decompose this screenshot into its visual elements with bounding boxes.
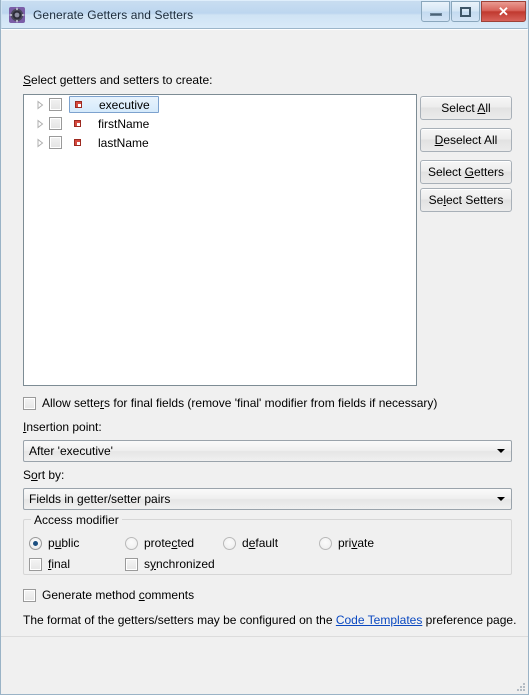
tree-item-selection[interactable]: executive [69, 96, 159, 113]
radio-private-control[interactable] [319, 536, 332, 550]
insertion-point-label: Insertion point: [23, 420, 102, 434]
footnote: The format of the getters/setters may be… [23, 613, 516, 627]
radio-default[interactable]: default [223, 536, 278, 550]
insertion-point-value: After 'executive' [29, 444, 113, 458]
dialog-window: Generate Getters and Setters ✕ Select ge… [0, 0, 529, 695]
chevron-down-icon[interactable] [491, 442, 510, 460]
chevron-down-icon[interactable] [491, 490, 510, 508]
maximize-icon [452, 2, 479, 21]
radio-public-label: public [48, 536, 80, 550]
radio-protected[interactable]: protected [125, 536, 194, 550]
tree-item-checkbox[interactable] [49, 98, 62, 111]
close-button[interactable]: ✕ [481, 1, 526, 22]
radio-protected-control[interactable] [125, 536, 138, 550]
close-icon: ✕ [498, 3, 509, 19]
tree-item-checkbox[interactable] [49, 117, 62, 130]
final-checkbox-row[interactable]: final [29, 557, 70, 571]
table-row[interactable]: executive [24, 95, 416, 114]
table-row[interactable]: firstName [24, 114, 416, 133]
footnote-after: preference page. [422, 613, 517, 627]
radio-public[interactable]: public [29, 536, 79, 550]
eclipse-gear-icon [9, 6, 25, 23]
allow-final-setters-checkbox-row[interactable]: Allow setters for final fields (remove '… [23, 396, 437, 410]
private-field-icon [71, 136, 84, 149]
tree-item-selection[interactable]: lastName [69, 134, 157, 151]
dialog-client-area: Select getters and setters to create: ex… [1, 29, 528, 694]
final-label: final [48, 557, 71, 571]
generate-method-comments-row[interactable]: Generate method comments [23, 588, 194, 602]
list-item: lastName [98, 135, 149, 150]
select-getters-button[interactable]: Select Getters [420, 160, 512, 184]
members-tree[interactable]: executive firstName lastName [23, 94, 417, 386]
sort-by-select[interactable]: Fields in getter/setter pairs [23, 488, 512, 510]
chevron-right-icon[interactable] [33, 98, 47, 112]
window-controls: ✕ [420, 1, 526, 23]
minimize-icon [422, 2, 449, 21]
generate-method-comments-label: Generate method comments [42, 588, 195, 602]
radio-protected-label: protected [144, 536, 195, 550]
private-field-icon [71, 117, 84, 130]
select-all-label: Select All [441, 101, 491, 115]
tree-item-selection[interactable]: firstName [69, 115, 157, 132]
synchronized-label: synchronized [144, 557, 215, 571]
tree-item-checkbox[interactable] [49, 136, 62, 149]
final-checkbox[interactable] [29, 557, 42, 571]
list-item: firstName [98, 116, 150, 131]
titlebar: Generate Getters and Setters ✕ [1, 0, 528, 29]
chevron-right-icon[interactable] [33, 117, 47, 131]
synchronized-checkbox-row[interactable]: synchronized [125, 557, 215, 571]
radio-private-label: private [338, 536, 375, 550]
allow-final-setters-label: Allow setters for final fields (remove '… [42, 396, 438, 410]
maximize-button[interactable] [451, 1, 480, 22]
generate-method-comments-checkbox[interactable] [23, 588, 36, 602]
code-templates-link[interactable]: Code Templates [336, 613, 423, 627]
select-getters-label: Select Getters [427, 165, 505, 179]
tree-section-label: Select getters and setters to create: [23, 73, 213, 87]
radio-public-control[interactable] [29, 536, 42, 550]
select-setters-label: Select Setters [428, 193, 504, 207]
radio-default-control[interactable] [223, 536, 236, 550]
deselect-all-button[interactable]: Deselect All [420, 128, 512, 152]
sort-by-label: Sort by: [23, 468, 65, 482]
deselect-all-label: Deselect All [434, 133, 498, 147]
chevron-right-icon[interactable] [33, 136, 47, 150]
synchronized-checkbox[interactable] [125, 557, 138, 571]
select-setters-button[interactable]: Select Setters [420, 188, 512, 212]
dialog-footer: ? OK Cancel [1, 636, 528, 694]
table-row[interactable]: lastName [24, 133, 416, 152]
sort-by-value: Fields in getter/setter pairs [29, 492, 171, 506]
list-item: executive [99, 97, 150, 112]
radio-private[interactable]: private [319, 536, 374, 550]
radio-default-label: default [242, 536, 279, 550]
footnote-before: The format of the getters/setters may be… [23, 613, 336, 627]
private-field-icon [72, 98, 85, 111]
allow-final-setters-checkbox[interactable] [23, 396, 36, 410]
select-all-button[interactable]: Select All [420, 96, 512, 120]
resize-grip[interactable] [514, 680, 526, 692]
insertion-point-select[interactable]: After 'executive' [23, 440, 512, 462]
dialog-body: Select getters and setters to create: ex… [1, 29, 528, 636]
window-title: Generate Getters and Setters [33, 7, 194, 22]
access-modifier-group-title: Access modifier [31, 513, 122, 527]
minimize-button[interactable] [421, 1, 450, 22]
